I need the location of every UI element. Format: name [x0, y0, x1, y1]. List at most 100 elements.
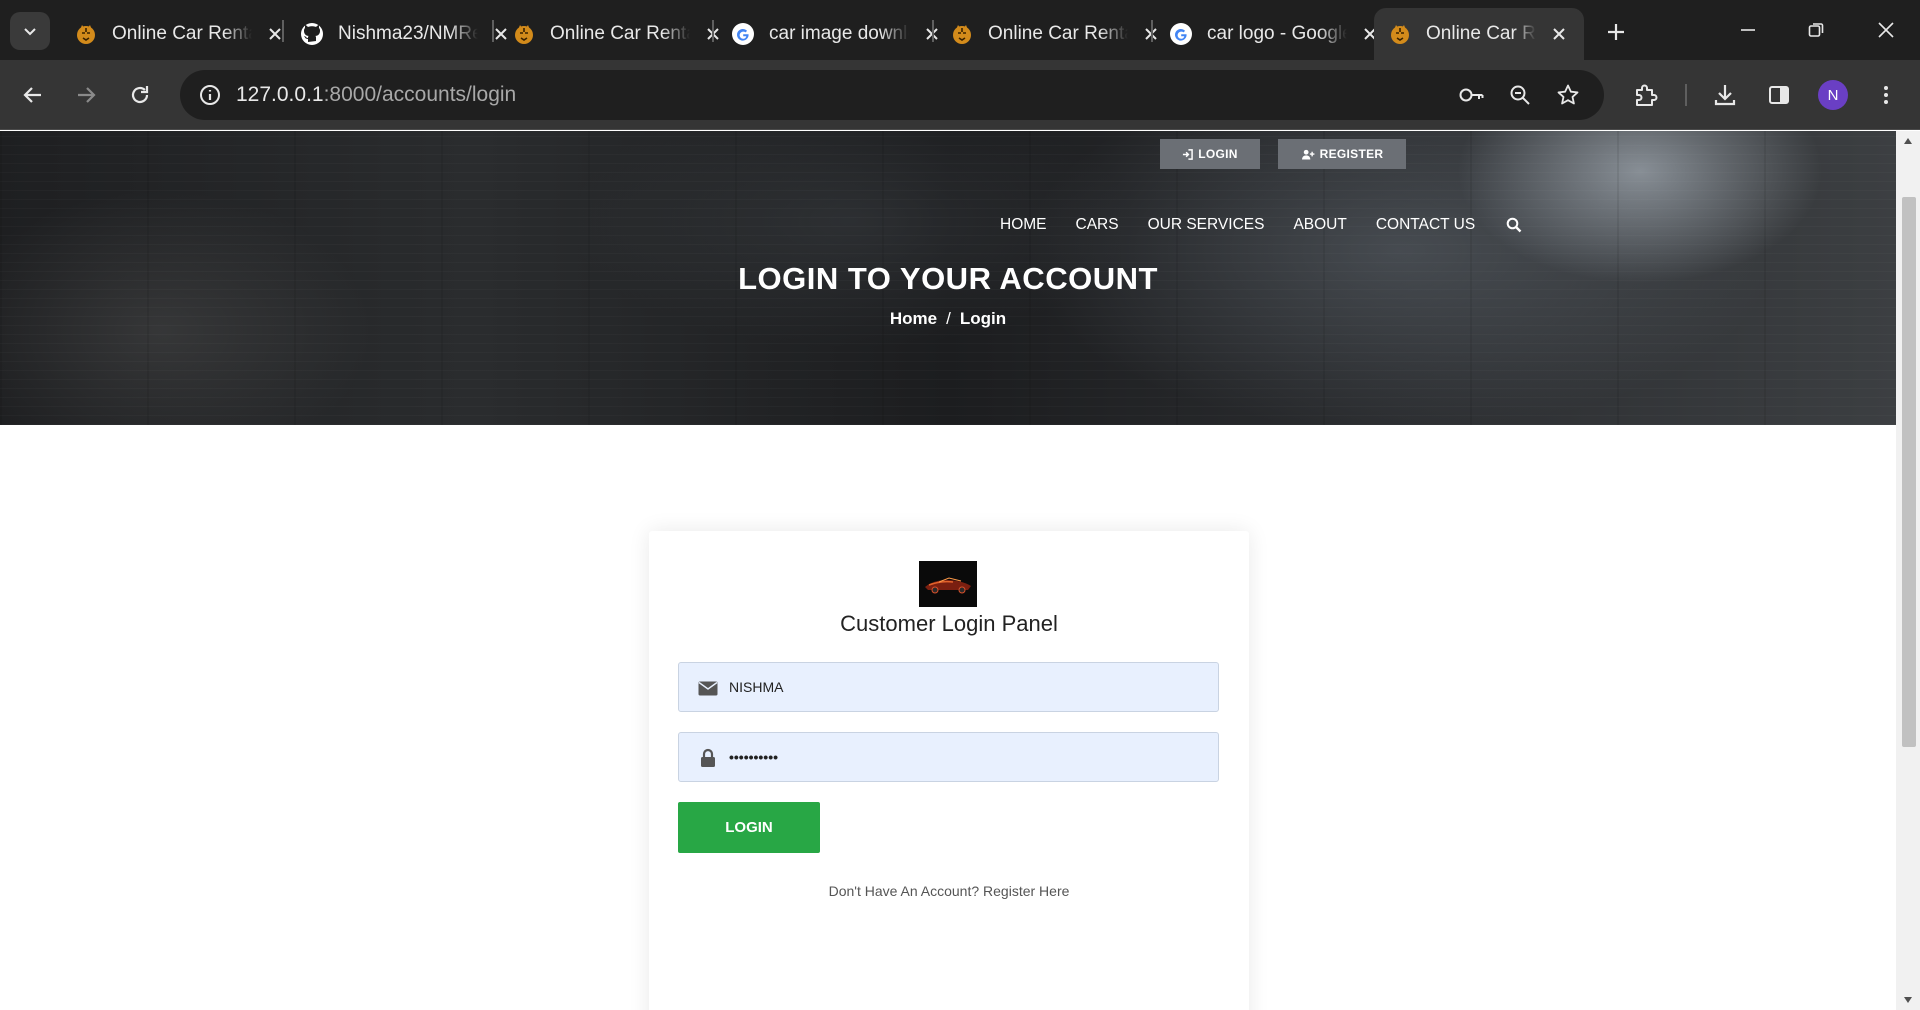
triangle-up-icon	[1904, 138, 1912, 144]
arrow-left-icon	[23, 87, 41, 103]
browser-tabstrip: Online Car Rental Nishma23/NMRental Onli…	[0, 0, 1920, 60]
search-icon[interactable]	[1504, 215, 1524, 235]
download-icon	[1714, 85, 1736, 106]
tab-title: Online Car Rental	[1426, 23, 1536, 44]
menu-button[interactable]	[1866, 75, 1906, 115]
tab-car-logo-google[interactable]: car logo - Google	[1155, 8, 1395, 60]
password-field[interactable]	[678, 732, 1219, 782]
scroll-up-arrow[interactable]	[1896, 131, 1920, 151]
side-panel-icon	[1769, 86, 1789, 104]
envelope-icon	[697, 678, 719, 698]
close-icon	[1878, 22, 1894, 38]
breadcrumb-separator: /	[946, 309, 951, 328]
new-tab-button[interactable]	[1598, 14, 1634, 50]
page-header-banner: LOGIN REGISTER HOME CARS OUR SERVICES AB…	[0, 131, 1896, 425]
chevron-down-icon	[24, 28, 36, 36]
tab-online-car-rental-3[interactable]: Online Car Rental	[936, 8, 1176, 60]
address-bar[interactable]: 127.0.0.1:8000/accounts/login	[180, 70, 1604, 120]
site-info-icon[interactable]	[192, 77, 228, 113]
plus-icon	[1608, 24, 1624, 40]
url-path: :8000/accounts/login	[323, 83, 517, 106]
triangle-down-icon	[1904, 997, 1912, 1003]
tiger-icon	[950, 22, 974, 46]
reload-icon	[131, 86, 149, 104]
sign-in-icon	[1183, 148, 1194, 160]
tab-title: Online Car Rental	[988, 23, 1128, 44]
forward-button[interactable]	[66, 75, 106, 115]
breadcrumb-home[interactable]: Home	[890, 309, 937, 328]
side-panel-button[interactable]	[1759, 75, 1799, 115]
header-register-button[interactable]: REGISTER	[1278, 139, 1406, 169]
lock-icon	[697, 748, 719, 768]
puzzle-icon	[1636, 84, 1658, 106]
close-window-button[interactable]	[1862, 10, 1910, 50]
breadcrumb: Home / Login	[0, 309, 1896, 329]
tab-online-car-rental-1[interactable]: Online Car Rental	[60, 8, 300, 60]
kebab-menu-icon	[1884, 86, 1888, 104]
profile-avatar[interactable]: N	[1818, 80, 1848, 110]
main-nav: HOME CARS OUR SERVICES ABOUT CONTACT US	[1000, 213, 1524, 237]
nav-our-services[interactable]: OUR SERVICES	[1148, 216, 1265, 234]
tab-title: car logo - Google	[1207, 23, 1347, 44]
tiger-icon	[1388, 22, 1412, 46]
page-title: LOGIN TO YOUR ACCOUNT	[738, 261, 1158, 296]
username-input[interactable]	[729, 663, 1209, 711]
tab-online-car-rental-2[interactable]: Online Car Rental	[498, 8, 738, 60]
breadcrumb-current: Login	[959, 309, 1007, 328]
tab-title: car image download	[769, 23, 909, 44]
tab-separator	[492, 20, 494, 42]
tab-car-image-download[interactable]: car image download	[717, 8, 957, 60]
register-link-text[interactable]: Don't Have An Account? Register Here	[649, 883, 1249, 899]
downloads-button[interactable]	[1705, 75, 1745, 115]
site-logo	[919, 561, 977, 607]
login-submit-button[interactable]: LOGIN	[678, 802, 820, 853]
header-register-label: REGISTER	[1319, 147, 1384, 161]
tab-separator	[932, 20, 934, 42]
tab-title: Nishma23/NMRental	[338, 23, 478, 44]
reload-button[interactable]	[120, 75, 160, 115]
close-icon[interactable]	[1548, 23, 1570, 45]
nav-cars[interactable]: CARS	[1076, 216, 1119, 234]
minimize-icon	[1741, 29, 1755, 31]
restore-icon	[1808, 23, 1824, 37]
google-icon	[731, 22, 755, 46]
login-card: Customer Login Panel LOGIN Don't Have An…	[649, 531, 1249, 1010]
tiger-icon	[74, 22, 98, 46]
url-host: 127.0.0.1	[236, 83, 324, 106]
password-input[interactable]	[729, 733, 1209, 781]
header-login-label: LOGIN	[1198, 147, 1238, 161]
toolbar-divider	[1685, 84, 1687, 106]
github-icon	[300, 22, 324, 46]
page-scrollbar[interactable]	[1896, 131, 1920, 1010]
nav-contact-us[interactable]: CONTACT US	[1376, 216, 1475, 234]
scroll-thumb[interactable]	[1902, 197, 1916, 747]
extensions-button[interactable]	[1626, 75, 1666, 115]
scroll-down-arrow[interactable]	[1896, 990, 1920, 1010]
tab-separator	[712, 20, 714, 42]
header-login-button[interactable]: LOGIN	[1160, 139, 1260, 169]
zoom-icon[interactable]	[1502, 77, 1538, 113]
nav-about[interactable]: ABOUT	[1293, 216, 1346, 234]
tab-separator	[1151, 20, 1153, 42]
bookmark-star-icon[interactable]	[1550, 77, 1586, 113]
tab-separator	[282, 20, 284, 42]
login-panel-title: Customer Login Panel	[840, 611, 1058, 636]
page-viewport: LOGIN REGISTER HOME CARS OUR SERVICES AB…	[0, 131, 1896, 1010]
tab-online-car-rental-active[interactable]: Online Car Rental	[1374, 8, 1584, 60]
tab-search-button[interactable]	[10, 12, 50, 50]
tab-title: Online Car Rental	[550, 23, 690, 44]
nav-home[interactable]: HOME	[1000, 216, 1047, 234]
url-text[interactable]: 127.0.0.1:8000/accounts/login	[236, 83, 516, 107]
google-icon	[1169, 22, 1193, 46]
back-button[interactable]	[13, 75, 53, 115]
restore-button[interactable]	[1792, 10, 1840, 50]
minimize-button[interactable]	[1724, 10, 1772, 50]
tab-github[interactable]: Nishma23/NMRental	[286, 8, 526, 60]
username-field[interactable]	[678, 662, 1219, 712]
browser-toolbar: 127.0.0.1:8000/accounts/login N	[0, 60, 1920, 130]
tiger-icon	[512, 22, 536, 46]
tab-title: Online Car Rental	[112, 23, 252, 44]
key-icon[interactable]	[1454, 77, 1490, 113]
user-plus-icon	[1301, 149, 1315, 160]
arrow-right-icon	[78, 87, 96, 103]
